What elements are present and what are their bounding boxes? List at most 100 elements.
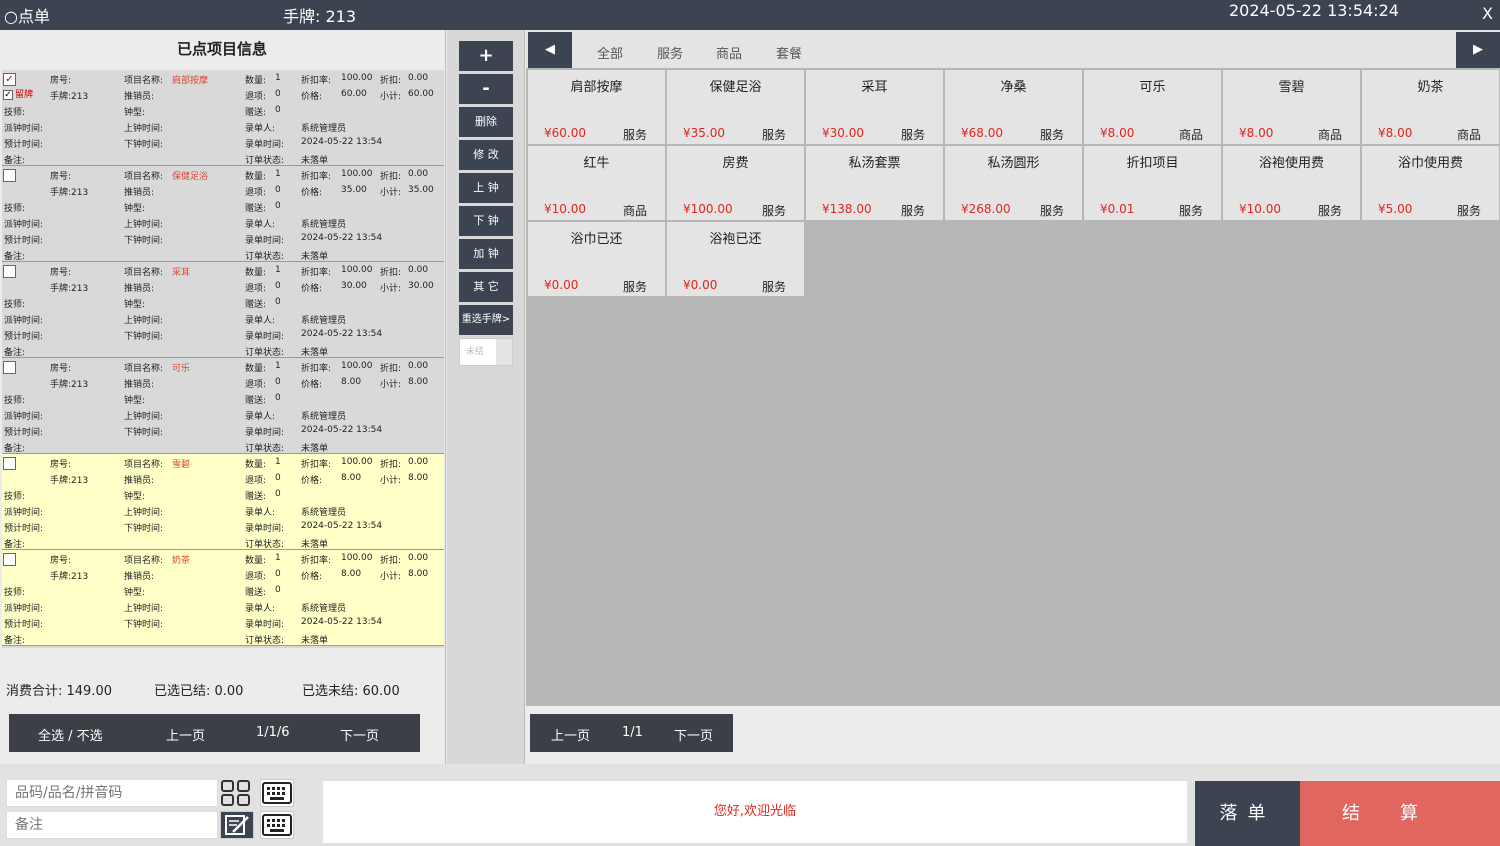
note-edit-icon[interactable] bbox=[220, 811, 254, 839]
right-pager: 上一页 1/1 下一页 bbox=[530, 714, 733, 752]
ordered-items-list[interactable]: ✓ ✓ 留牌 房号: 手牌:213 技师: 派钟时间: 预计时间: 备注: 项目名称: 肩部按摩 推销… bbox=[2, 70, 444, 648]
tab-package[interactable]: 套餐 bbox=[776, 43, 802, 62]
app-title: ○点单 bbox=[4, 7, 50, 26]
order-row[interactable]: ✓ ✓ 留牌 房号: 手牌:213 技师: 派钟时间: 预计时间: 备注: 项目名称: 肩部按摩 推销… bbox=[2, 70, 444, 166]
product-tile[interactable]: 浴袍使用费 ¥10.00 服务 bbox=[1223, 146, 1360, 220]
product-price: ¥0.00 bbox=[683, 278, 718, 292]
keyboard-icon-2[interactable] bbox=[260, 811, 294, 839]
clock-down-button[interactable]: 下 钟 bbox=[459, 206, 513, 236]
delete-button[interactable]: 删除 bbox=[459, 107, 513, 137]
order-row[interactable]: 房号: 手牌:213 技师: 派钟时间: 预计时间: 备注: 项目名称: 采耳 推销员: 钟型: 上… bbox=[2, 262, 444, 358]
tab-goods[interactable]: 商品 bbox=[716, 43, 742, 62]
grid-icon[interactable] bbox=[220, 779, 254, 807]
plus-button[interactable]: + bbox=[459, 41, 513, 71]
category-prev-button[interactable]: ◀ bbox=[528, 32, 572, 68]
ret-value: 0 bbox=[275, 473, 281, 483]
up-label: 上钟时间: bbox=[124, 220, 164, 230]
room-label: 房号: bbox=[50, 76, 72, 86]
close-button[interactable]: X bbox=[1482, 4, 1493, 23]
dispatch-label: 派钟时间: bbox=[4, 220, 44, 230]
note-input[interactable] bbox=[6, 811, 218, 839]
product-tile[interactable]: 私汤圆形 ¥268.00 服务 bbox=[945, 146, 1082, 220]
minus-button[interactable]: - bbox=[459, 74, 513, 104]
entry-label: 录单人: bbox=[245, 124, 276, 134]
place-order-button[interactable]: 落单 bbox=[1195, 781, 1300, 846]
category-bar: ◀ 全部 服务 商品 套餐 ▶ bbox=[526, 30, 1500, 68]
est-label: 预计时间: bbox=[4, 140, 44, 150]
price-value: 60.00 bbox=[341, 89, 367, 99]
prev-page-button[interactable]: 上一页 bbox=[166, 725, 205, 744]
disc-value: 0.00 bbox=[408, 169, 429, 179]
product-tile[interactable]: 可乐 ¥8.00 商品 bbox=[1084, 70, 1221, 144]
clock-up-button[interactable]: 上 钟 bbox=[459, 173, 513, 203]
status-input[interactable]: 未结 bbox=[459, 338, 513, 366]
keyboard-icon[interactable] bbox=[260, 779, 294, 807]
product-tile[interactable]: 折扣项目 ¥0.01 服务 bbox=[1084, 146, 1221, 220]
order-row[interactable]: 房号: 手牌:213 技师: 派钟时间: 预计时间: 备注: 项目名称: 保健足浴 推销员: 钟型… bbox=[2, 166, 444, 262]
product-price: ¥8.00 bbox=[1239, 126, 1274, 140]
product-tile[interactable]: 浴袍已还 ¥0.00 服务 bbox=[667, 222, 804, 296]
product-price: ¥8.00 bbox=[1378, 126, 1413, 140]
product-price: ¥5.00 bbox=[1378, 202, 1413, 216]
row-checkbox[interactable] bbox=[3, 169, 16, 182]
order-row[interactable]: 房号: 手牌:213 技师: 派钟时间: 预计时间: 备注: 项目名称: 奶茶 推销员: 钟型: 上… bbox=[2, 550, 444, 646]
ordered-items-panel: 已点项目信息 ✓ ✓ 留牌 房号: 手牌:213 技师: 派钟时间: 预计时间: 备注: 项目名称… bbox=[0, 30, 446, 764]
next-page-button[interactable]: 下一页 bbox=[340, 725, 379, 744]
status-input-toggle[interactable] bbox=[496, 339, 512, 365]
settle-button[interactable]: 结算 bbox=[1300, 781, 1500, 846]
product-tile[interactable]: 采耳 ¥30.00 服务 bbox=[806, 70, 943, 144]
tech-label: 技师: bbox=[4, 588, 26, 598]
tab-all[interactable]: 全部 bbox=[597, 43, 623, 62]
product-tile[interactable]: 房费 ¥100.00 服务 bbox=[667, 146, 804, 220]
time-label: 录单时间: bbox=[245, 236, 285, 246]
keep-tag-checkbox[interactable]: ✓ 留牌 bbox=[3, 87, 33, 100]
disc-value: 0.00 bbox=[408, 457, 429, 467]
ret-label: 退项: bbox=[245, 188, 267, 198]
product-tile[interactable]: 肩部按摩 ¥60.00 服务 bbox=[528, 70, 665, 144]
product-tile[interactable]: 保健足浴 ¥35.00 服务 bbox=[667, 70, 804, 144]
ret-label: 退项: bbox=[245, 92, 267, 102]
reselect-tag-button[interactable]: 重选手牌> bbox=[459, 305, 513, 335]
row-checkbox[interactable] bbox=[3, 553, 16, 566]
room-label: 房号: bbox=[50, 172, 72, 182]
disc-value: 0.00 bbox=[408, 361, 429, 371]
product-tile[interactable]: 奶茶 ¥8.00 商品 bbox=[1362, 70, 1499, 144]
up-label: 上钟时间: bbox=[124, 412, 164, 422]
product-price: ¥35.00 bbox=[683, 126, 725, 140]
product-type: 服务 bbox=[761, 204, 786, 218]
tab-service[interactable]: 服务 bbox=[657, 43, 683, 62]
product-tile[interactable]: 浴巾使用费 ¥5.00 服务 bbox=[1362, 146, 1499, 220]
time-value: 2024-05-22 13:54 bbox=[301, 617, 383, 627]
other-button[interactable]: 其 它 bbox=[459, 272, 513, 302]
add-clock-button[interactable]: 加 钟 bbox=[459, 239, 513, 269]
gift-value: 0 bbox=[275, 105, 281, 115]
row-checkbox[interactable] bbox=[3, 361, 16, 374]
row-checkbox[interactable] bbox=[3, 265, 16, 278]
product-tile[interactable]: 浴巾已还 ¥0.00 服务 bbox=[528, 222, 665, 296]
edit-button[interactable]: 修 改 bbox=[459, 140, 513, 170]
gift-value: 0 bbox=[275, 585, 281, 595]
product-tile[interactable]: 私汤套票 ¥138.00 服务 bbox=[806, 146, 943, 220]
order-row[interactable]: 房号: 手牌:213 技师: 派钟时间: 预计时间: 备注: 项目名称: 雪碧 推销员: 钟型: 上… bbox=[2, 454, 444, 550]
qty-value: 1 bbox=[275, 265, 281, 275]
product-next-page-button[interactable]: 下一页 bbox=[674, 725, 713, 744]
product-type: 服务 bbox=[761, 280, 786, 294]
ret-label: 退项: bbox=[245, 284, 267, 294]
product-name: 私汤圆形 bbox=[987, 156, 1040, 171]
order-row[interactable]: 房号: 手牌:213 技师: 派钟时间: 预计时间: 备注: 项目名称: 可乐 推销员: 钟型: 上… bbox=[2, 358, 444, 454]
product-tile[interactable]: 红牛 ¥10.00 商品 bbox=[528, 146, 665, 220]
row-checkbox[interactable]: ✓ bbox=[3, 73, 16, 86]
search-input[interactable] bbox=[6, 779, 218, 807]
product-name: 保健足浴 bbox=[709, 80, 762, 95]
product-tile[interactable]: 净桑 ¥68.00 服务 bbox=[945, 70, 1082, 144]
gift-value: 0 bbox=[275, 297, 281, 307]
row-checkbox[interactable] bbox=[3, 457, 16, 470]
entry-value: 系统管理员 bbox=[301, 220, 347, 230]
ret-value: 0 bbox=[275, 569, 281, 579]
product-prev-page-button[interactable]: 上一页 bbox=[551, 725, 590, 744]
category-next-button[interactable]: ▶ bbox=[1456, 32, 1500, 68]
qty-value: 1 bbox=[275, 553, 281, 563]
row-tag: 手牌:213 bbox=[50, 284, 89, 294]
select-all-button[interactable]: 全选 / 不选 bbox=[38, 725, 103, 744]
product-tile[interactable]: 雪碧 ¥8.00 商品 bbox=[1223, 70, 1360, 144]
